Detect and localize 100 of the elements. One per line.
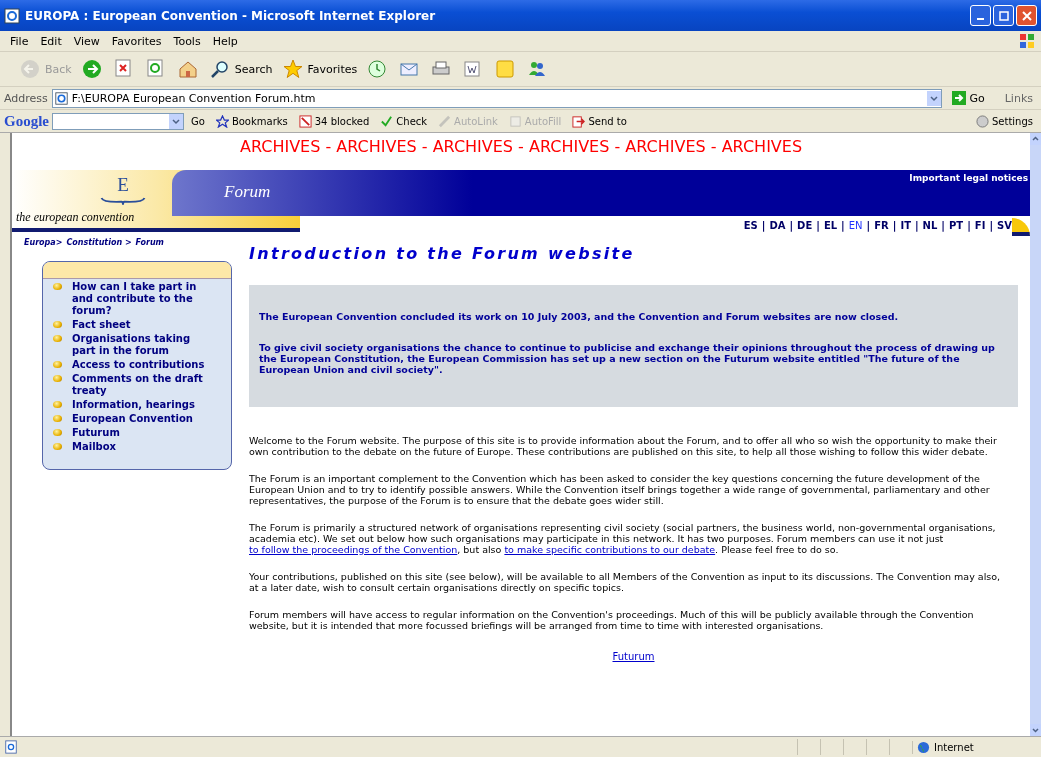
maximize-button[interactable]: [993, 5, 1014, 26]
menu-item[interactable]: Help: [206, 34, 244, 48]
bullet-icon: [53, 429, 62, 436]
separator: |: [816, 220, 820, 234]
language-link[interactable]: NL: [922, 220, 938, 236]
sidebar-link[interactable]: Futurum: [72, 427, 120, 439]
brace-icon: [100, 196, 146, 206]
breadcrumb-link[interactable]: Constitution >: [66, 238, 132, 247]
language-link[interactable]: FR: [874, 220, 889, 236]
bullet-icon: [53, 415, 62, 422]
zone-label: Internet: [934, 741, 974, 753]
archives-title: ARCHIVES - ARCHIVES - ARCHIVES - ARCHIVES - ARCHIVES - ARCHIVES: [238, 136, 804, 158]
favorites-button[interactable]: Favorites: [278, 57, 362, 81]
corner-decoration: [1012, 218, 1030, 236]
arrow-icon: [952, 91, 967, 105]
logo-letter: E: [117, 174, 129, 196]
language-link[interactable]: EL: [823, 220, 838, 236]
sidebar-link[interactable]: European Convention: [72, 413, 193, 425]
scroll-down-icon[interactable]: [1030, 724, 1041, 736]
sidebar-link[interactable]: How can I take part in and contribute to the forum?: [72, 281, 209, 317]
menu-item[interactable]: File: [4, 34, 35, 48]
paragraph: The Forum is primarily a structured network of organisations representing civil society (social partners, the business world, non-governmental organisations, academia etc). We set out below how such organisations may participate in this network. It has two purposes. Forum members can use it not just to follow the proceedings of the Convention, but also to make specific contributions to our debate. Please feel free to do so.: [249, 522, 997, 555]
bullet-icon: [53, 335, 62, 342]
go-button[interactable]: Go: [946, 91, 991, 105]
dropdown-caret-icon[interactable]: [927, 90, 942, 106]
separator: |: [866, 220, 871, 234]
scroll-up-icon[interactable]: [1030, 133, 1041, 145]
bullet-icon: [53, 401, 62, 408]
check-button[interactable]: Check: [376, 114, 432, 128]
autolink-icon: [438, 114, 452, 128]
blocked-icon: [298, 114, 312, 128]
page-icon: [54, 91, 68, 105]
separator: |: [892, 220, 897, 234]
paragraph: Forum members will have access to regular information on the Convention's proceedings. Much of this will be publicly available through the Convention website, but it is intended that more focussed briefings will be arranged from time to time with interested organisations.: [249, 609, 975, 631]
separator: |: [789, 220, 794, 234]
go-button[interactable]: Go: [187, 115, 209, 127]
minimize-button[interactable]: [970, 5, 991, 26]
menu-item[interactable]: View: [67, 34, 106, 48]
language-link[interactable]: FI: [974, 220, 986, 236]
language-link[interactable]: EN: [848, 220, 863, 236]
address-field[interactable]: F:\EUROPA European Convention Forum.htm: [51, 88, 943, 108]
separator: |: [914, 220, 919, 234]
page-icon: [4, 740, 18, 754]
autofill-icon: [508, 114, 522, 128]
notice-text: The European Convention concluded its work on 10 July 2003, and the Convention and Forum websites are now closed.: [259, 311, 900, 322]
forward-icon: [81, 59, 104, 79]
menu-item[interactable]: Favorites: [105, 34, 168, 48]
menu-item[interactable]: Tools: [167, 34, 207, 48]
separator: |: [841, 220, 845, 234]
sidebar-link[interactable]: Access to contributions: [72, 359, 205, 371]
legal-notices-link[interactable]: Important legal notices: [909, 173, 1028, 183]
windows-logo-icon: [1019, 33, 1035, 49]
paragraph: Welcome to the Forum website. The purpose of this site is to provide information about the Forum, and to offer all who so wish the opportunity to make their own contribution to the debate on the future of Europe. These contributions are published on this site, to help all those wishing to follow this wider debate.: [249, 435, 998, 457]
language-link[interactable]: IT: [900, 220, 911, 236]
bullet-icon: [53, 443, 62, 450]
separator: |: [761, 220, 766, 234]
settings-button[interactable]: Settings: [972, 114, 1037, 128]
search-field[interactable]: [52, 112, 184, 130]
breadcrumb-link[interactable]: Europa>: [24, 238, 63, 247]
close-button[interactable]: [1016, 5, 1037, 26]
separator: |: [989, 220, 994, 234]
close-icon: [1021, 10, 1032, 21]
futurum-link[interactable]: Futurum: [612, 651, 655, 662]
bookmarks-button[interactable]: Bookmarks: [211, 114, 292, 128]
bullet-icon: [53, 375, 62, 382]
notice-text: To give civil society organisations the chance to continue to publicise and exchange their opinions throughout the process of drawing up the European Constitution, the European Commission has set up a new section on the Futurum website entitled "The future of the European Union and civil society".: [259, 342, 996, 375]
sidebar-link[interactable]: Fact sheet: [72, 319, 131, 331]
sidebar-link[interactable]: Mailbox: [72, 441, 117, 453]
home-icon: [177, 59, 200, 79]
language-link[interactable]: PT: [949, 220, 964, 236]
language-link[interactable]: ES: [743, 220, 758, 236]
language-link[interactable]: DE: [797, 220, 813, 236]
paragraph: Your contributions, published on this site (see below), will be available to all Members of the Convention as input to its discussions. The Convention may also, at a later date, wish to consult certain organisations directly on specific topics.: [249, 571, 1002, 593]
search-button[interactable]: Search: [205, 57, 277, 81]
bookmarks-icon: [215, 114, 229, 128]
bullet-icon: [53, 361, 62, 368]
blocked-button[interactable]: 34 blocked: [294, 114, 374, 128]
separator: |: [967, 220, 971, 234]
menu-item[interactable]: Edit: [34, 34, 68, 48]
language-link[interactable]: SV: [997, 220, 1012, 236]
sendto-icon: [572, 114, 586, 128]
browser-icon: [4, 7, 20, 24]
language-link[interactable]: DA: [769, 220, 786, 236]
scrollbar[interactable]: [1030, 133, 1041, 736]
google-logo: Google: [4, 112, 49, 130]
paragraph: The Forum is an important complement to the Convention which has been asked to consider the key questions concerning the future development of the European Union and to try to identify possible answers. While the Convention itself brings together a wide range of governmental, parliamentary and other representatives, the purpose of the Forum is to ensure that the debate goes wider still.: [249, 473, 991, 506]
sidebar-link[interactable]: Organisations taking part in the forum: [72, 333, 209, 357]
tagline: the european convention: [15, 210, 136, 226]
back-icon: [20, 59, 42, 79]
breadcrumb-link[interactable]: Forum: [135, 238, 164, 247]
window-title: EUROPA : European Convention - Microsoft Internet Explorer: [25, 8, 437, 23]
sidebar-link[interactable]: Information, hearings: [72, 399, 195, 411]
site-name: Forum: [224, 182, 271, 202]
dropdown-caret-icon[interactable]: [169, 113, 183, 129]
sendto-button[interactable]: Send to: [568, 114, 631, 128]
sidebar-link[interactable]: Comments on the draft treaty: [72, 373, 209, 397]
favorites-icon: [282, 59, 305, 79]
links-button[interactable]: Links: [994, 91, 1037, 105]
bullet-icon: [53, 321, 62, 328]
circle-icon: [976, 114, 989, 128]
